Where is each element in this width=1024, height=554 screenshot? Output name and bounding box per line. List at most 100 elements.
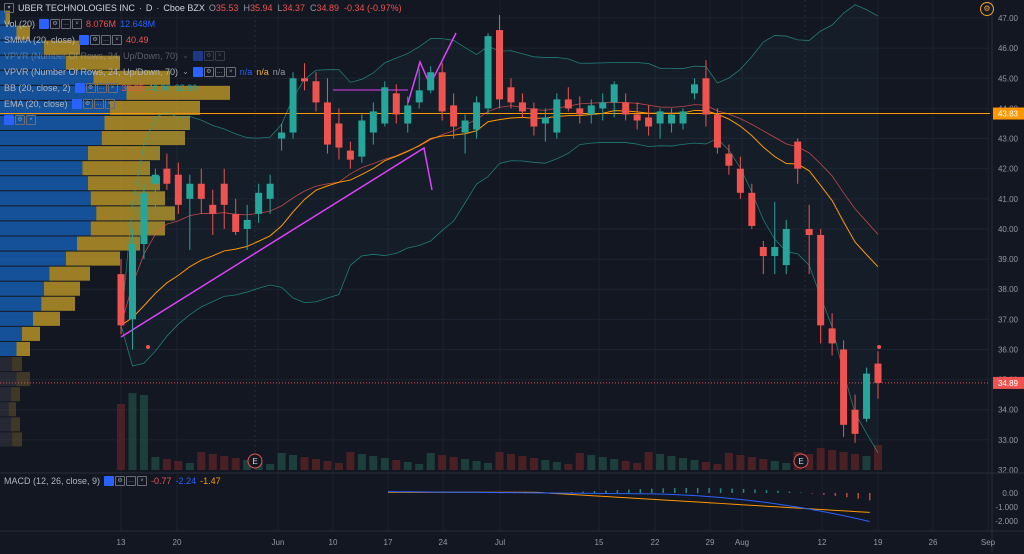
vpvr-bar-down: [16, 372, 30, 387]
vpvr-bar-up: [0, 221, 91, 236]
change-value: -0.34 (-0.97%): [344, 3, 402, 13]
price-tick-label: 38.00: [998, 285, 1019, 294]
vpvr-value-1: n/a: [239, 67, 253, 77]
eye-icon[interactable]: [192, 67, 203, 77]
settings-icon[interactable]: ⚙: [15, 115, 25, 125]
volume-bar: [277, 453, 286, 470]
vpvr-bar-up: [0, 357, 13, 372]
volume-bar: [311, 459, 320, 470]
candle-body: [713, 114, 721, 148]
more-icon[interactable]: …: [61, 19, 72, 29]
price-tick-label: 47.00: [998, 14, 1019, 23]
time-tick-label: 12: [818, 538, 827, 547]
candle-body: [702, 78, 710, 115]
more-icon[interactable]: …: [96, 83, 107, 93]
more-icon[interactable]: …: [93, 99, 104, 109]
eye-icon[interactable]: [39, 19, 50, 29]
volume-bar: [644, 452, 653, 470]
candle-body: [656, 111, 664, 124]
ema-legend[interactable]: EMA (20, close) ⚙… ×: [4, 96, 474, 112]
candle-body: [507, 87, 515, 103]
settings-icon[interactable]: ⚙: [203, 67, 214, 77]
volume-bar: [621, 461, 630, 470]
bb-legend[interactable]: BB (20, close, 2) ⚙… × 39.85 46.90 32.80: [4, 80, 474, 96]
chevron-down-icon[interactable]: ⌄: [182, 64, 189, 80]
time-tick-label: Jul: [495, 538, 505, 547]
close-value: 34.89: [316, 3, 340, 13]
vpvr1-legend[interactable]: VPVR (Number Of Rows, 24, Up/Down, 70) ⌄…: [4, 48, 474, 64]
eye-icon[interactable]: [74, 83, 85, 93]
vpvr-bar-up: [0, 266, 50, 281]
close-icon[interactable]: ×: [26, 115, 36, 125]
close-icon[interactable]: ×: [112, 35, 123, 45]
eye-icon[interactable]: [104, 476, 115, 486]
settings-icon[interactable]: ⚙: [85, 83, 96, 93]
macd-title: MACD (12, 26, close, 9): [4, 476, 101, 486]
settings-icon[interactable]: ⚙: [82, 99, 93, 109]
vpvr-bar-up: [0, 281, 44, 296]
gear-icon[interactable]: ⚙: [980, 2, 994, 16]
more-icon[interactable]: …: [126, 476, 137, 486]
candle-body: [863, 373, 871, 419]
candle-body: [209, 204, 217, 214]
volume-bar: [862, 456, 871, 470]
settings-icon[interactable]: ⚙: [50, 19, 61, 29]
volume-bar: [701, 462, 710, 470]
volume-bar: [587, 455, 596, 470]
eye-icon[interactable]: [79, 35, 90, 45]
candle-body: [622, 102, 630, 115]
candle-body: [679, 111, 687, 124]
price-tick-label: 36.00: [998, 345, 1019, 354]
volume-bar: [484, 463, 493, 470]
eye-icon[interactable]: [4, 115, 14, 125]
close-icon[interactable]: ×: [72, 19, 83, 29]
collapse-icon[interactable]: ▾: [4, 3, 14, 13]
time-tick-label: 24: [439, 538, 448, 547]
more-icon[interactable]: …: [214, 67, 225, 77]
volume-bar: [231, 458, 240, 470]
price-badge-label: 34.89: [998, 379, 1019, 388]
volume-bar: [208, 454, 217, 470]
macd-hist-value: -0.77: [151, 476, 172, 486]
candle-body: [782, 228, 790, 266]
vpvr-value-2: n/a: [256, 67, 269, 77]
settings-icon[interactable]: ⚙: [90, 35, 101, 45]
vpvr-bar-up: [0, 176, 88, 191]
price-tick-label: 43.00: [998, 135, 1019, 144]
close-icon[interactable]: ×: [225, 67, 236, 77]
vpvr-bar-up: [0, 296, 42, 311]
more-icon[interactable]: …: [101, 35, 112, 45]
eye-icon[interactable]: [192, 51, 203, 61]
candle-body: [243, 219, 251, 229]
candle-body: [840, 349, 848, 425]
price-tick-label: 37.00: [998, 315, 1019, 324]
close-icon[interactable]: ×: [104, 99, 115, 109]
eye-icon[interactable]: [71, 99, 82, 109]
volume-bar: [369, 456, 378, 470]
settings-icon[interactable]: ⚙: [203, 51, 214, 61]
candle-body: [496, 30, 503, 100]
collapsed-legend[interactable]: ⚙ ×: [4, 112, 474, 128]
settings-icon[interactable]: ⚙: [115, 476, 126, 486]
macd-legend[interactable]: MACD (12, 26, close, 9) ⚙… × -0.77 -2.24 …: [4, 476, 221, 486]
vpvr-bar-up: [0, 131, 102, 146]
open-value: 35.53: [215, 3, 239, 13]
chevron-down-icon[interactable]: ⌄: [182, 48, 189, 64]
close-icon[interactable]: ×: [214, 51, 225, 61]
earnings-label: E: [252, 457, 257, 466]
close-icon[interactable]: ×: [107, 83, 118, 93]
smma-legend[interactable]: SMMA (20, close) ⚙… × 40.49: [4, 32, 474, 48]
candle-body: [197, 183, 205, 199]
volume-bar: [736, 455, 745, 470]
candle-body: [484, 36, 492, 109]
signal-dot: [146, 345, 150, 349]
macd-tick-label: 0.00: [1002, 489, 1018, 498]
volume-bar: [598, 457, 607, 470]
candle-body: [771, 247, 779, 257]
vpvr2-legend[interactable]: VPVR (Number Of Rows, 24, Up/Down, 70) ⌄…: [4, 64, 474, 80]
vol-legend[interactable]: Vol (20) ⚙… × 8.076M 12.648M: [4, 16, 474, 32]
time-tick-label: 13: [117, 538, 126, 547]
vpvr-value-3: n/a: [272, 67, 286, 77]
bb-title: BB (20, close, 2): [4, 83, 71, 93]
close-icon[interactable]: ×: [137, 476, 148, 486]
